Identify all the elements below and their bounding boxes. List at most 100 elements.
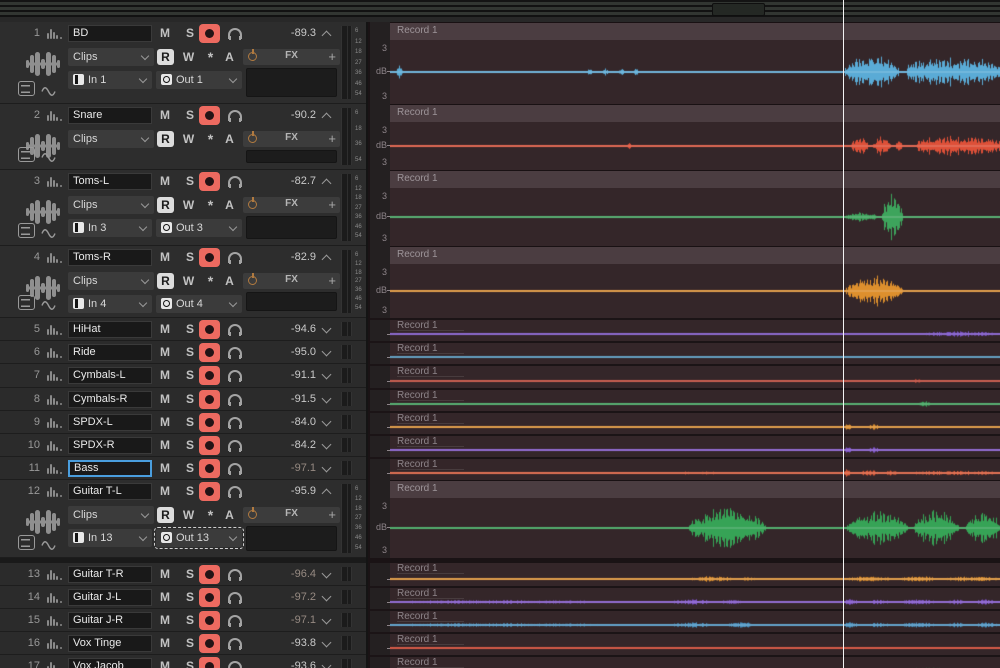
expand-chevron[interactable] bbox=[322, 463, 332, 473]
automation-sine-icon[interactable] bbox=[41, 84, 56, 95]
track-name-input[interactable]: Guitar T-L bbox=[68, 483, 152, 500]
input-dropdown[interactable]: In 3 bbox=[68, 219, 152, 237]
track-name-input[interactable]: Guitar J-R bbox=[68, 612, 152, 629]
mute-button[interactable]: M bbox=[156, 566, 174, 583]
mute-button[interactable]: M bbox=[156, 658, 174, 668]
input-echo-headphone-icon[interactable] bbox=[228, 347, 242, 358]
input-echo-headphone-icon[interactable] bbox=[228, 370, 242, 381]
track-name-input[interactable]: Toms-L bbox=[68, 173, 152, 190]
expand-chevron[interactable] bbox=[322, 440, 332, 450]
read-automation-button[interactable]: R bbox=[157, 131, 174, 147]
track-name-input[interactable]: Snare bbox=[68, 107, 152, 124]
mute-button[interactable]: M bbox=[156, 414, 174, 431]
input-dropdown[interactable]: In 13 bbox=[68, 529, 152, 547]
solo-button[interactable]: S bbox=[181, 107, 199, 124]
read-automation-button[interactable]: R bbox=[157, 507, 174, 523]
automation-sine-icon[interactable] bbox=[41, 538, 56, 549]
audio-clip[interactable]: Record 1 bbox=[390, 390, 1000, 411]
add-fx-button[interactable]: + bbox=[328, 197, 336, 213]
playhead-cursor[interactable] bbox=[843, 0, 844, 668]
track-name-input[interactable]: Guitar T-R bbox=[68, 566, 152, 583]
solo-button[interactable]: S bbox=[181, 437, 199, 454]
expand-chevron[interactable] bbox=[322, 615, 332, 625]
track-name-input[interactable]: BD bbox=[68, 25, 152, 42]
audio-clip[interactable]: Record 1 bbox=[390, 104, 1000, 170]
mute-button[interactable]: M bbox=[156, 25, 174, 42]
solo-button[interactable]: S bbox=[181, 460, 199, 477]
automation-mode-dropdown[interactable]: Clips bbox=[68, 48, 154, 66]
solo-button[interactable]: S bbox=[181, 566, 199, 583]
expand-chevron[interactable] bbox=[322, 417, 332, 427]
track-menu-icon[interactable] bbox=[18, 147, 35, 162]
track-menu-icon[interactable] bbox=[18, 295, 35, 310]
mute-button[interactable]: M bbox=[156, 391, 174, 408]
automation-button[interactable]: A bbox=[221, 507, 238, 523]
mute-button[interactable]: M bbox=[156, 437, 174, 454]
input-echo-headphone-icon[interactable] bbox=[228, 110, 242, 121]
record-arm-button[interactable] bbox=[199, 565, 220, 584]
track-name-input[interactable]: Vox Tinge bbox=[68, 635, 152, 652]
record-arm-button[interactable] bbox=[199, 588, 220, 607]
record-arm-button[interactable] bbox=[199, 343, 220, 362]
audio-clip[interactable]: Record 1 bbox=[390, 343, 1000, 364]
solo-button[interactable]: S bbox=[181, 25, 199, 42]
read-automation-button[interactable]: R bbox=[157, 49, 174, 65]
automation-mode-dropdown[interactable]: Clips bbox=[68, 130, 154, 148]
add-fx-button[interactable]: + bbox=[328, 273, 336, 289]
write-automation-button[interactable]: W bbox=[180, 507, 197, 523]
mute-button[interactable]: M bbox=[156, 635, 174, 652]
input-dropdown[interactable]: In 4 bbox=[68, 295, 152, 313]
track-menu-icon[interactable] bbox=[18, 535, 35, 550]
automation-button[interactable]: A bbox=[221, 131, 238, 147]
solo-button[interactable]: S bbox=[181, 635, 199, 652]
input-echo-headphone-icon[interactable] bbox=[228, 486, 242, 497]
expand-chevron[interactable] bbox=[322, 661, 332, 668]
expand-chevron[interactable] bbox=[322, 324, 332, 334]
automation-mode-dropdown[interactable]: Clips bbox=[68, 196, 154, 214]
input-echo-headphone-icon[interactable] bbox=[228, 324, 242, 335]
write-automation-button[interactable]: W bbox=[180, 197, 197, 213]
solo-button[interactable]: S bbox=[181, 367, 199, 384]
input-dropdown[interactable]: In 1 bbox=[68, 71, 152, 89]
fx-bin[interactable] bbox=[246, 150, 337, 163]
track-name-input[interactable]: Cymbals-R bbox=[68, 391, 152, 408]
snapshot-button[interactable]: * bbox=[202, 197, 219, 213]
fx-bin[interactable] bbox=[246, 292, 337, 311]
solo-button[interactable]: S bbox=[181, 173, 199, 190]
input-echo-headphone-icon[interactable] bbox=[228, 615, 242, 626]
track-name-input[interactable]: Bass bbox=[68, 460, 152, 477]
mute-button[interactable]: M bbox=[156, 107, 174, 124]
add-fx-button[interactable]: + bbox=[328, 49, 336, 65]
automation-sine-icon[interactable] bbox=[41, 150, 56, 161]
record-arm-button[interactable] bbox=[199, 248, 220, 267]
input-echo-headphone-icon[interactable] bbox=[228, 592, 242, 603]
track-name-input[interactable]: Vox Jacob bbox=[68, 658, 152, 668]
input-echo-headphone-icon[interactable] bbox=[228, 661, 242, 668]
snapshot-button[interactable]: * bbox=[202, 131, 219, 147]
record-arm-button[interactable] bbox=[199, 436, 220, 455]
track-name-input[interactable]: SPDX-L bbox=[68, 414, 152, 431]
solo-button[interactable]: S bbox=[181, 483, 199, 500]
snapshot-button[interactable]: * bbox=[202, 49, 219, 65]
audio-clip[interactable]: Record 1 bbox=[390, 588, 1000, 609]
track-name-input[interactable]: Guitar J-L bbox=[68, 589, 152, 606]
snapshot-button[interactable]: * bbox=[202, 507, 219, 523]
record-arm-button[interactable] bbox=[199, 634, 220, 653]
automation-sine-icon[interactable] bbox=[41, 298, 56, 309]
expand-chevron[interactable] bbox=[322, 394, 332, 404]
input-echo-headphone-icon[interactable] bbox=[228, 463, 242, 474]
add-fx-button[interactable]: + bbox=[328, 507, 336, 523]
solo-button[interactable]: S bbox=[181, 612, 199, 629]
collapse-chevron[interactable] bbox=[322, 113, 332, 123]
track-name-input[interactable]: HiHat bbox=[68, 321, 152, 338]
track-name-input[interactable]: SPDX-R bbox=[68, 437, 152, 454]
record-arm-button[interactable] bbox=[199, 366, 220, 385]
audio-clip[interactable]: Record 1 bbox=[390, 563, 1000, 586]
snapshot-button[interactable]: * bbox=[202, 273, 219, 289]
record-arm-button[interactable] bbox=[199, 320, 220, 339]
input-echo-headphone-icon[interactable] bbox=[228, 638, 242, 649]
record-arm-button[interactable] bbox=[199, 611, 220, 630]
audio-clip[interactable]: Record 1 bbox=[390, 634, 1000, 655]
input-echo-headphone-icon[interactable] bbox=[228, 252, 242, 263]
record-arm-button[interactable] bbox=[199, 390, 220, 409]
